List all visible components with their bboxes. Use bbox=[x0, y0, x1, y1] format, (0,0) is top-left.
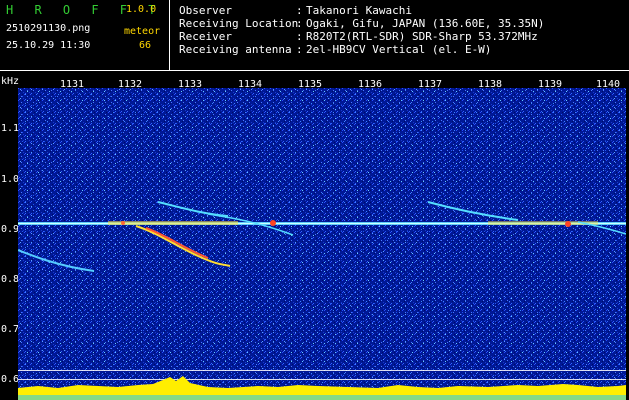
y-tick-label: 0.7 bbox=[1, 324, 20, 335]
y-tick-label: 1.0 bbox=[1, 174, 20, 185]
file-name: 2510291130.png bbox=[6, 23, 91, 34]
info-key-receiver: Receiver bbox=[179, 30, 232, 43]
spectrogram bbox=[18, 88, 626, 400]
info-value-observer: Takanori Kawachi bbox=[306, 4, 412, 17]
y-tick-label: 0.9 bbox=[1, 224, 20, 235]
info-value-location: Ogaki, Gifu, JAPAN (136.60E, 35.35N) bbox=[306, 17, 545, 30]
carrier-hot bbox=[108, 221, 238, 225]
header-bottom-line bbox=[0, 70, 629, 71]
marker-line bbox=[18, 370, 626, 371]
y-tick-label: 1.1 bbox=[1, 123, 20, 134]
meteor-echo bbox=[121, 221, 125, 225]
info-value-receiver: R820T2(RTL-SDR) SDR-Sharp 53.372MHz bbox=[306, 30, 538, 43]
info-sep: : bbox=[296, 43, 303, 56]
signal-base bbox=[18, 395, 626, 400]
header-divider bbox=[169, 0, 170, 70]
meteor-echo bbox=[565, 221, 571, 227]
info-key-antenna: Receiving antenna bbox=[179, 43, 292, 56]
y-tick-label: 0.8 bbox=[1, 274, 20, 285]
meteor-echo bbox=[270, 220, 276, 226]
meteor-count: 66 bbox=[139, 40, 152, 51]
info-sep: : bbox=[296, 30, 303, 43]
y-tick-label: 0.6 bbox=[1, 374, 20, 385]
app-version: 1.0.0 bbox=[126, 4, 157, 15]
y-axis-unit: kHz bbox=[1, 76, 20, 87]
info-key-location: Receiving Location bbox=[179, 17, 299, 30]
info-sep: : bbox=[296, 17, 303, 30]
meteor-label: meteor bbox=[124, 26, 161, 37]
info-sep: : bbox=[296, 4, 303, 17]
noise-speckle bbox=[18, 88, 626, 400]
info-key-observer: Observer bbox=[179, 4, 232, 17]
info-value-antenna: 2el-HB9CV Vertical (el. E-W) bbox=[306, 43, 492, 56]
marker-line bbox=[18, 379, 626, 380]
hroff-screen: H R O F F T 1.0.0 2510291130.png meteor … bbox=[0, 0, 629, 400]
file-datetime: 25.10.29 11:30 bbox=[6, 40, 91, 51]
